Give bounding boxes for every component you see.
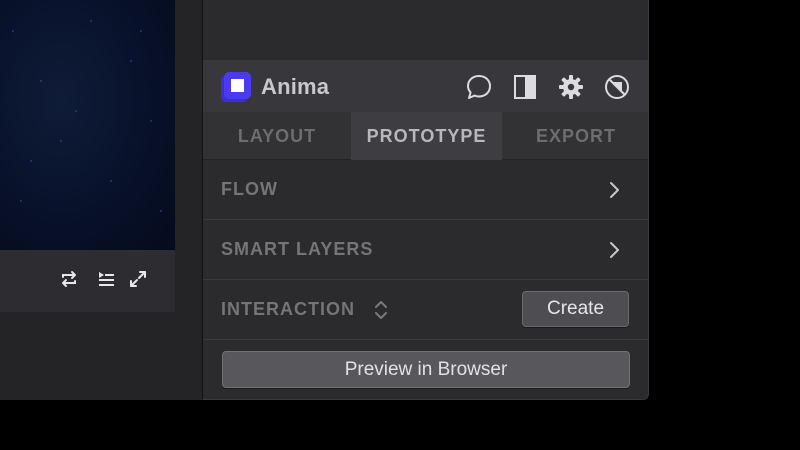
flow-label: FLOW xyxy=(221,179,278,199)
section-smart-layers[interactable]: SMART LAYERS xyxy=(203,220,648,280)
plugin-title: Anima xyxy=(261,74,330,99)
fullscreen-icon[interactable] xyxy=(127,268,149,290)
tab-prototype[interactable]: PROTOTYPE xyxy=(351,112,502,160)
tab-export[interactable]: EXPORT xyxy=(502,112,650,160)
loop-icon[interactable] xyxy=(58,268,80,290)
section-flow[interactable]: FLOW xyxy=(203,160,648,220)
section-interaction: INTERACTION Create xyxy=(203,280,648,340)
video-preview[interactable] xyxy=(0,0,175,250)
comment-icon[interactable] xyxy=(464,72,494,102)
editor-area xyxy=(0,0,202,400)
preview-in-browser-button[interactable]: Preview in Browser xyxy=(222,351,630,388)
panel-top-area xyxy=(203,0,648,60)
chevron-right-icon[interactable] xyxy=(602,178,626,202)
tab-layout[interactable]: LAYOUT xyxy=(203,112,351,160)
plugin-header: Anima xyxy=(203,60,648,112)
chevron-right-icon[interactable] xyxy=(602,238,626,262)
create-interaction-button[interactable]: Create xyxy=(522,291,629,327)
screen: Anima LAYOUT PROTOTYPE EXPORT FLOW SMART… xyxy=(0,0,800,450)
chevron-up-down-icon[interactable] xyxy=(371,298,391,322)
interaction-label: INTERACTION xyxy=(221,299,355,319)
tab-bar: LAYOUT PROTOTYPE EXPORT xyxy=(203,112,648,160)
anima-logo-icon xyxy=(221,72,251,102)
anima-plugin-panel: Anima LAYOUT PROTOTYPE EXPORT FLOW SMART… xyxy=(202,0,649,400)
playlist-icon[interactable] xyxy=(95,268,117,290)
gear-icon[interactable] xyxy=(556,72,586,102)
smart-layers-label: SMART LAYERS xyxy=(221,239,374,259)
no-preview-icon[interactable] xyxy=(602,72,632,102)
panel-toggle-icon[interactable] xyxy=(510,72,540,102)
